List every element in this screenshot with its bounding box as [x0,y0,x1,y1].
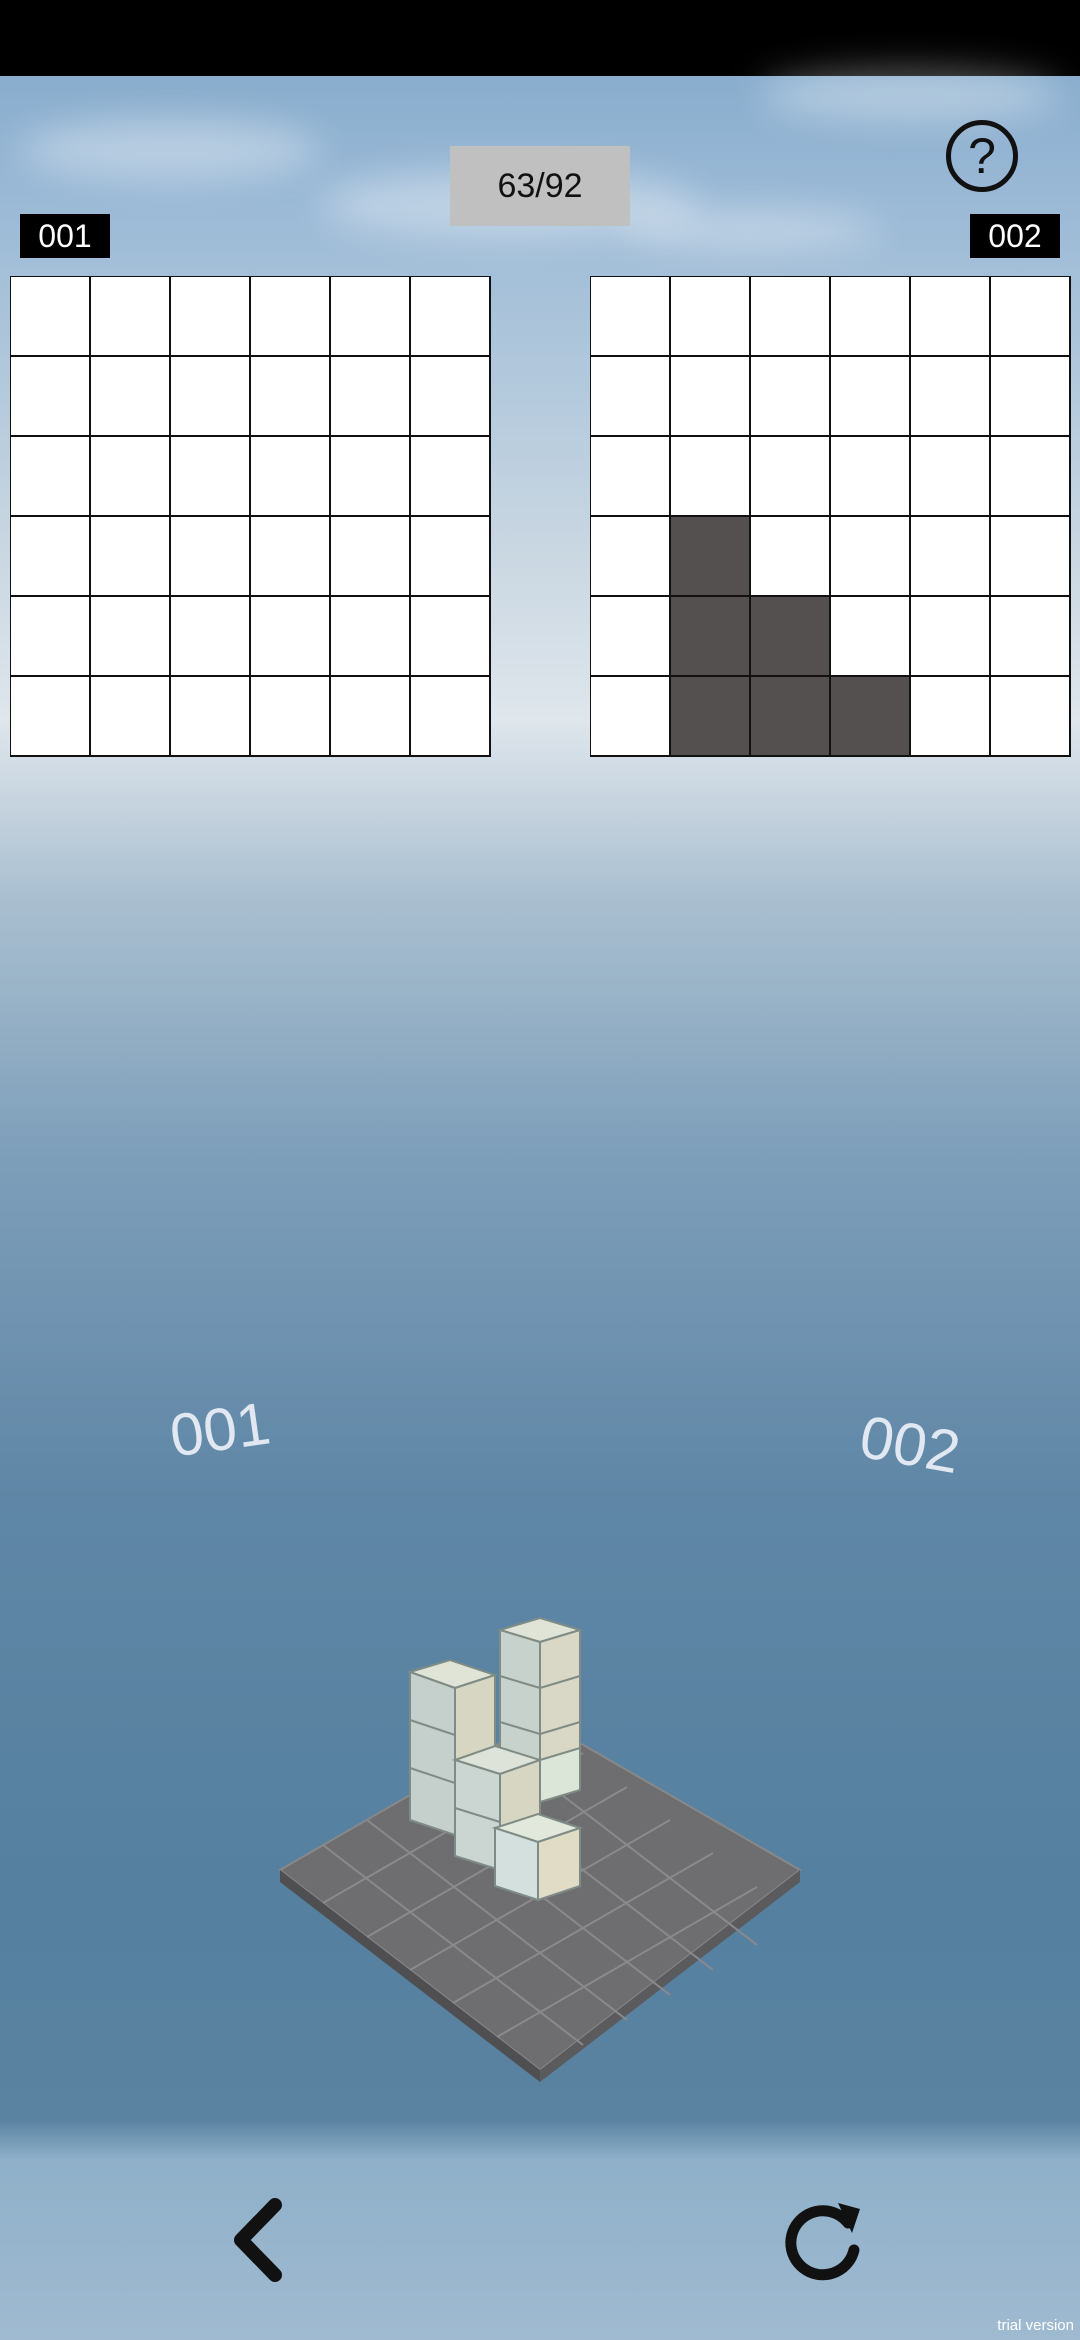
view-tag-left: 001 [20,214,110,258]
level-progress: 63/92 [450,146,630,226]
grid-cell-filled[interactable] [671,597,751,677]
grid-cell[interactable] [331,517,411,597]
grid-cell[interactable] [251,597,331,677]
reset-button[interactable] [768,2185,878,2295]
cloud [20,120,320,180]
grid-cell[interactable] [171,437,251,517]
scene-label-right: 002 [854,1402,966,1487]
grid-cell[interactable] [171,357,251,437]
grid-cell[interactable] [411,597,491,677]
grid-cell[interactable] [11,517,91,597]
grid-cell[interactable] [171,517,251,597]
help-button[interactable]: ? [946,120,1018,192]
back-button[interactable] [203,2185,313,2295]
grid-cell[interactable] [331,357,411,437]
grid-cell-filled[interactable] [671,517,751,597]
grid-cell[interactable] [251,277,331,357]
grid-cell[interactable] [991,277,1071,357]
grid-cell-filled[interactable] [671,677,751,757]
grid-cell[interactable] [331,277,411,357]
view-tag-right: 002 [970,214,1060,258]
grid-cell[interactable] [11,677,91,757]
grid-cell[interactable] [91,517,171,597]
grid-cell[interactable] [751,437,831,517]
grid-cell[interactable] [991,597,1071,677]
grid-cell[interactable] [91,437,171,517]
question-icon: ? [968,128,996,184]
grid-cell[interactable] [411,277,491,357]
watermark: trial version [997,2317,1074,2334]
chevron-left-icon [234,2198,282,2282]
grid-cell[interactable] [831,597,911,677]
grid-cell[interactable] [911,357,991,437]
grid-cell[interactable] [251,677,331,757]
grid-cell[interactable] [991,517,1071,597]
grid-cell[interactable] [911,277,991,357]
grid-cell[interactable] [591,597,671,677]
grid-cell[interactable] [671,277,751,357]
grid-cell[interactable] [671,437,751,517]
puzzle-scene[interactable] [270,1610,810,2090]
grid-cell[interactable] [171,677,251,757]
grid-cell[interactable] [831,437,911,517]
grid-cell[interactable] [411,517,491,597]
grid-cell[interactable] [591,437,671,517]
grid-cell[interactable] [911,437,991,517]
grid-cell-filled[interactable] [751,677,831,757]
grid-cell[interactable] [671,357,751,437]
grid-cell[interactable] [11,277,91,357]
grid-cell[interactable] [991,357,1071,437]
grid-cell[interactable] [751,357,831,437]
grid-cell[interactable] [411,357,491,437]
grid-cell[interactable] [251,517,331,597]
grid-cell[interactable] [91,597,171,677]
grid-cell[interactable] [411,677,491,757]
grid-cell[interactable] [911,597,991,677]
grid-cell[interactable] [591,357,671,437]
grid-cell[interactable] [751,517,831,597]
grid-cell[interactable] [331,677,411,757]
grid-cell[interactable] [591,677,671,757]
rotate-cw-icon [785,2203,860,2281]
grid-cell[interactable] [831,277,911,357]
grid-cell[interactable] [251,357,331,437]
grid-cell-filled[interactable] [831,677,911,757]
grid-cell[interactable] [91,357,171,437]
grid-cell[interactable] [911,517,991,597]
view-grid-001 [10,276,491,757]
grid-cell[interactable] [751,277,831,357]
grid-cell[interactable] [911,677,991,757]
grid-cell[interactable] [591,277,671,357]
grid-cell[interactable] [11,357,91,437]
grid-cell[interactable] [831,517,911,597]
grid-cell[interactable] [11,597,91,677]
grid-cell[interactable] [411,437,491,517]
grid-cell[interactable] [171,277,251,357]
grid-cell[interactable] [171,597,251,677]
grid-cell[interactable] [91,677,171,757]
cloud [760,70,1060,120]
grid-cell[interactable] [831,357,911,437]
view-grid-002 [590,276,1071,757]
grid-cell-filled[interactable] [751,597,831,677]
grid-cell[interactable] [331,597,411,677]
grid-cell[interactable] [11,437,91,517]
grid-cell[interactable] [91,277,171,357]
grid-cell[interactable] [991,677,1071,757]
grid-cell[interactable] [331,437,411,517]
status-bar [0,0,1080,76]
grid-cell[interactable] [591,517,671,597]
cloud [620,210,880,250]
scene-label-left: 001 [165,1389,275,1470]
grid-cell[interactable] [251,437,331,517]
grid-cell[interactable] [991,437,1071,517]
